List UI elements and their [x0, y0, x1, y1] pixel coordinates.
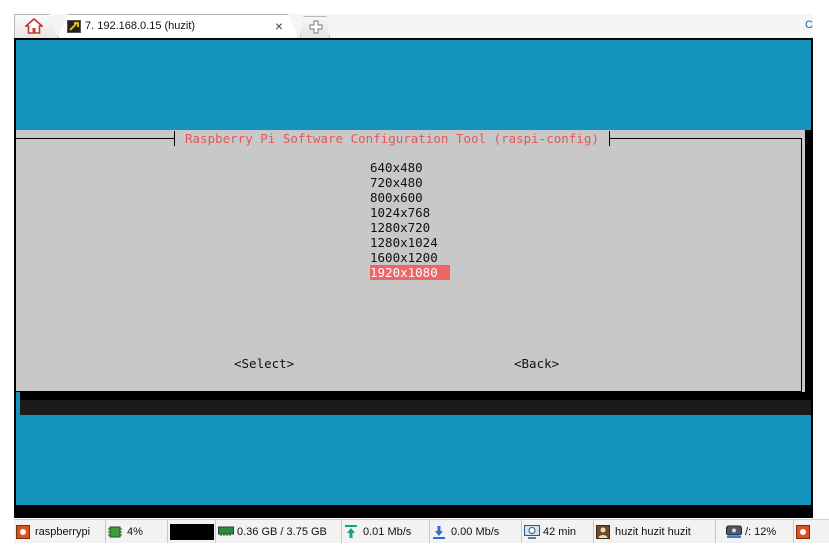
tab-overflow-indicator[interactable]: C — [805, 19, 813, 31]
session-tab-title: 7. 192.168.0.15 (huzit) — [85, 20, 196, 32]
status-bar: raspberrypi 4% 0.36 GB / 3.75 GB 0.01 Mb… — [14, 519, 829, 543]
session-tab[interactable]: 7. 192.168.0.15 (huzit) × — [58, 14, 298, 38]
status-uptime[interactable]: 42 min — [522, 520, 594, 543]
upload-arrow-icon — [344, 524, 358, 539]
resolution-option[interactable]: 800x600 — [370, 190, 427, 205]
close-tab-icon[interactable]: × — [275, 18, 283, 34]
status-user[interactable]: huzit huzit huzit — [594, 520, 716, 543]
resolution-option[interactable]: 1280x720 — [370, 220, 434, 235]
dialog-title: Raspberry Pi Software Configuration Tool… — [174, 131, 610, 146]
cpu-text: 4% — [127, 525, 143, 538]
status-upload[interactable]: 0.01 Mb/s — [342, 520, 430, 543]
memory-icon — [218, 525, 234, 539]
status-overflow[interactable] — [794, 520, 829, 543]
user-icon — [596, 524, 610, 539]
resolution-option[interactable]: 1280x1024 — [370, 235, 442, 250]
resolution-option-selected[interactable]: 1920x1080 — [370, 265, 450, 280]
terminal-background-bottom — [16, 415, 811, 505]
raspi-config-dialog: Raspberry Pi Software Configuration Tool… — [16, 130, 805, 392]
cpu-graph — [170, 523, 214, 540]
download-text: 0.00 Mb/s — [451, 525, 500, 538]
resolution-option[interactable]: 1024x768 — [370, 205, 434, 220]
status-disk[interactable]: /: 12% — [716, 520, 794, 543]
status-cpu[interactable]: 4% — [106, 520, 168, 543]
cpu-icon — [108, 525, 122, 539]
terminal-background-top — [16, 40, 811, 130]
status-hostname[interactable]: raspberrypi — [14, 520, 106, 543]
disk-text: /: 12% — [745, 525, 777, 538]
disk-icon — [726, 525, 742, 539]
upload-text: 0.01 Mb/s — [363, 525, 412, 538]
status-download[interactable]: 0.00 Mb/s — [430, 520, 522, 543]
raspberry-icon — [796, 524, 810, 539]
home-tab[interactable] — [14, 14, 58, 38]
back-button[interactable]: <Back> — [514, 356, 559, 371]
download-arrow-icon — [432, 525, 446, 539]
home-icon — [25, 18, 43, 34]
terminal-view[interactable]: Raspberry Pi Software Configuration Tool… — [14, 38, 813, 518]
status-memory[interactable]: 0.36 GB / 3.75 GB — [216, 520, 342, 543]
dialog-shadow — [20, 400, 811, 415]
user-text: huzit huzit huzit — [615, 525, 691, 538]
tab-bar: 7. 192.168.0.15 (huzit) × C — [14, 14, 813, 38]
resolution-option[interactable]: 720x480 — [370, 175, 427, 190]
new-tab-icon — [309, 20, 323, 34]
raspberry-icon — [16, 524, 30, 539]
resolution-option[interactable]: 640x480 — [370, 160, 427, 175]
status-cpu-graph — [168, 520, 216, 543]
select-button[interactable]: <Select> — [234, 356, 294, 371]
uptime-text: 42 min — [543, 525, 577, 538]
memory-text: 0.36 GB / 3.75 GB — [237, 525, 327, 538]
ssh-session-icon — [67, 20, 81, 33]
new-tab-button[interactable] — [300, 16, 330, 38]
clock-monitor-icon — [524, 524, 540, 539]
hostname-text: raspberrypi — [35, 525, 91, 538]
resolution-option[interactable]: 1600x1200 — [370, 250, 442, 265]
